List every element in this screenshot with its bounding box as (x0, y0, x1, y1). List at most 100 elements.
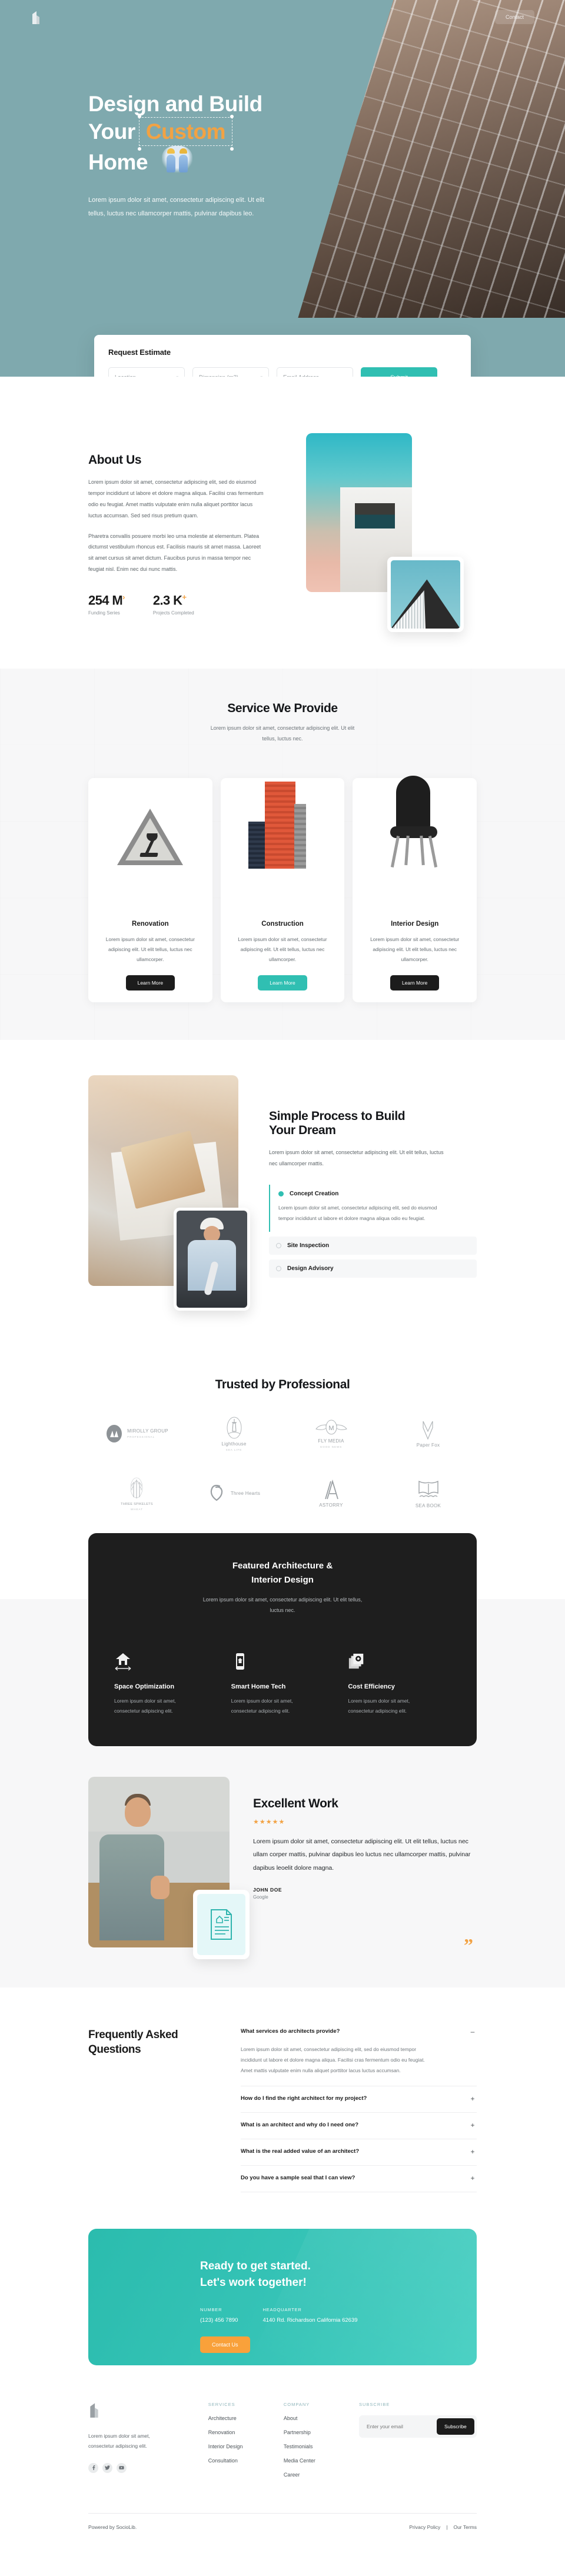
cta-contact-button[interactable]: Contact Us (200, 2336, 250, 2353)
stat-superscript: + (182, 593, 187, 602)
plus-icon[interactable]: + (468, 2121, 477, 2129)
cta-meta: NUMBER (123) 456 7890 HEADQUARTER 4140 R… (200, 2307, 477, 2324)
top-navbar: Contact (24, 0, 541, 34)
process-accordion: Concept Creation Lorem ipsum dolor sit a… (269, 1184, 477, 1278)
hero-highlight-wrapper: Custom (137, 117, 234, 151)
learn-more-button[interactable]: Learn More (390, 975, 440, 990)
testimonial-author: JOHN DOE (253, 1886, 282, 1893)
services-title: Service We Provide (227, 702, 338, 715)
dimension-select[interactable]: Dimension (m2) ▾ (192, 367, 269, 377)
services-subtitle: Lorem ipsum dolor sit amet, consectetur … (210, 725, 355, 742)
submit-button[interactable]: Submit (361, 367, 437, 377)
plus-icon[interactable]: + (468, 2174, 477, 2182)
building-logo-icon[interactable] (31, 10, 41, 24)
process-step-collapsed[interactable]: Site Inspection (269, 1237, 477, 1255)
footer-link-testimonials[interactable]: Testimonials (284, 2444, 359, 2449)
service-card: Renovation Lorem ipsum dolor sit amet, c… (88, 778, 212, 1002)
faq-question-row[interactable]: How do I find the right architect for my… (241, 2095, 477, 2103)
partner-sub: GOOD NEWS (320, 1445, 343, 1448)
process-step-open[interactable]: Concept Creation Lorem ipsum dolor sit a… (269, 1184, 477, 1232)
testimonial-badge (193, 1889, 250, 1959)
services-header: Service We Provide Lorem ipsum dolor sit… (0, 702, 565, 744)
cta-hq-block: HEADQUARTER 4140 Rd. Richardson Californ… (262, 2307, 357, 2324)
footer-link-consultation[interactable]: Consultation (208, 2458, 284, 2464)
partner-sub: PROFESSIONAL (127, 1435, 155, 1439)
process-step-collapsed[interactable]: Design Advisory (269, 1259, 477, 1278)
footer-socials (88, 2462, 208, 2473)
footer-link-interior-design[interactable]: Interior Design (208, 2444, 284, 2449)
footer-company-heading: COMPANY (283, 2401, 310, 2407)
partner-name: Paper Fox (416, 1442, 440, 1448)
footer-columns: Lorem ipsum dolor sit amet, consectetur … (88, 2402, 477, 2478)
faq-question-row[interactable]: What is the real added value of an archi… (241, 2148, 477, 2156)
process-images (88, 1075, 250, 1311)
partner-logo: SEA BOOK (393, 1475, 464, 1512)
footer-link-about[interactable]: About (284, 2415, 359, 2421)
nav-contact-button[interactable]: Contact (494, 10, 534, 24)
partner-logo-label: THREE SPIKELETS WHEAT (121, 1503, 153, 1511)
faq-question-row[interactable]: Do you have a sample seal that I can vie… (241, 2174, 477, 2182)
featured-item-title: Space Optimization (114, 1683, 175, 1690)
trusted-header: Trusted by Professional (0, 1378, 565, 1392)
footer-link-career[interactable]: Career (284, 2472, 359, 2478)
service-title: Construction (261, 920, 304, 928)
about-paragraph-2: Pharetra convallis posuere morbi leo urn… (88, 533, 261, 573)
footer-terms-link[interactable]: Our Terms (453, 2524, 477, 2530)
learn-more-button[interactable]: Learn More (125, 975, 175, 990)
house-width-icon (115, 1653, 131, 1671)
footer-link-architecture[interactable]: Architecture (208, 2415, 284, 2421)
plus-icon[interactable]: + (468, 2095, 477, 2103)
service-text: Lorem ipsum dolor sit amet, consectetur … (370, 936, 460, 962)
about-secondary-photo (387, 557, 464, 632)
footer-privacy-policy-link[interactable]: Privacy Policy (409, 2524, 440, 2530)
cta-number-value: (123) 456 7890 (200, 2316, 238, 2324)
mirolly-mark-icon (107, 1425, 122, 1442)
dimension-select-value: Dimension (m2) (199, 374, 238, 377)
hero-title: Design and Build Your Custom Home (88, 90, 477, 176)
featured-item: Cost Efficiency Lorem ipsum dolor sit am… (348, 1652, 451, 1717)
building-logo-icon[interactable] (88, 2402, 100, 2418)
hero-section: Contact Design and Build Your Custom Hom… (0, 0, 565, 377)
location-select[interactable]: Location ▾ (108, 367, 185, 377)
footer-brand: Lorem ipsum dolor sit amet, consectetur … (88, 2402, 208, 2478)
footer-link-renovation[interactable]: Renovation (208, 2429, 284, 2435)
facebook-icon[interactable] (88, 2462, 98, 2473)
partner-name: ASTORRY (319, 1502, 343, 1508)
faq-section: Frequently Asked Questions What services… (88, 1987, 477, 2223)
faq-question-row[interactable]: What services do architects provide? – (241, 2027, 477, 2036)
step-body: Lorem ipsum dolor sit amet, consectetur … (278, 1204, 437, 1221)
youtube-icon[interactable] (117, 2462, 127, 2473)
stat-number: 254 M (88, 593, 123, 608)
partner-sub: WHEAT (131, 1508, 143, 1511)
service-card: Construction Lorem ipsum dolor sit amet,… (220, 778, 345, 1002)
location-select-value: Location (115, 374, 136, 377)
cta-content: Ready to get started. Let's work togethe… (88, 2229, 477, 2353)
step-title: Design Advisory (287, 1265, 334, 1272)
faq-question-row[interactable]: What is an architect and why do I need o… (241, 2121, 477, 2129)
partner-logo: Lighthouse SEA LIFE (199, 1415, 270, 1452)
partner-name: THREE SPIKELETS (121, 1503, 153, 1507)
footer-link-media-center[interactable]: Media Center (284, 2458, 359, 2464)
plus-icon[interactable]: + (468, 2148, 477, 2156)
minus-icon[interactable]: – (468, 2027, 477, 2036)
partner-logo: THREE SPIKELETS WHEAT (102, 1475, 172, 1512)
footer-company-column: COMPANY About Partnership Testimonials M… (284, 2402, 359, 2478)
testimonial-source: Google (253, 1894, 268, 1900)
email-field-wrapper[interactable]: Email Address (277, 367, 353, 377)
construction-workers-emoji (162, 145, 193, 174)
partner-sub: SEA LIFE (225, 1448, 242, 1451)
stat-number: 2.3 K (152, 593, 182, 608)
cta-section: Ready to get started. Let's work togethe… (0, 2223, 565, 2392)
email-field-placeholder: Email Address (283, 374, 319, 377)
footer-subscribe-column: SUBSCRIBE Subscribe (358, 2402, 477, 2478)
partner-logo: Three Hearts (199, 1475, 270, 1512)
faq-question: What services do architects provide? (241, 2028, 340, 2035)
step-inactive-dot-icon (276, 1243, 281, 1249)
quote-mark-icon: ” (464, 1934, 473, 1956)
learn-more-button[interactable]: Learn More (258, 975, 307, 990)
partner-logo: ASTORRY (296, 1475, 367, 1512)
subscribe-button[interactable]: Subscribe (436, 2418, 474, 2435)
subscribe-email-input[interactable] (361, 2423, 437, 2429)
twitter-icon[interactable] (102, 2462, 112, 2473)
footer-link-partnership[interactable]: Partnership (284, 2429, 359, 2435)
